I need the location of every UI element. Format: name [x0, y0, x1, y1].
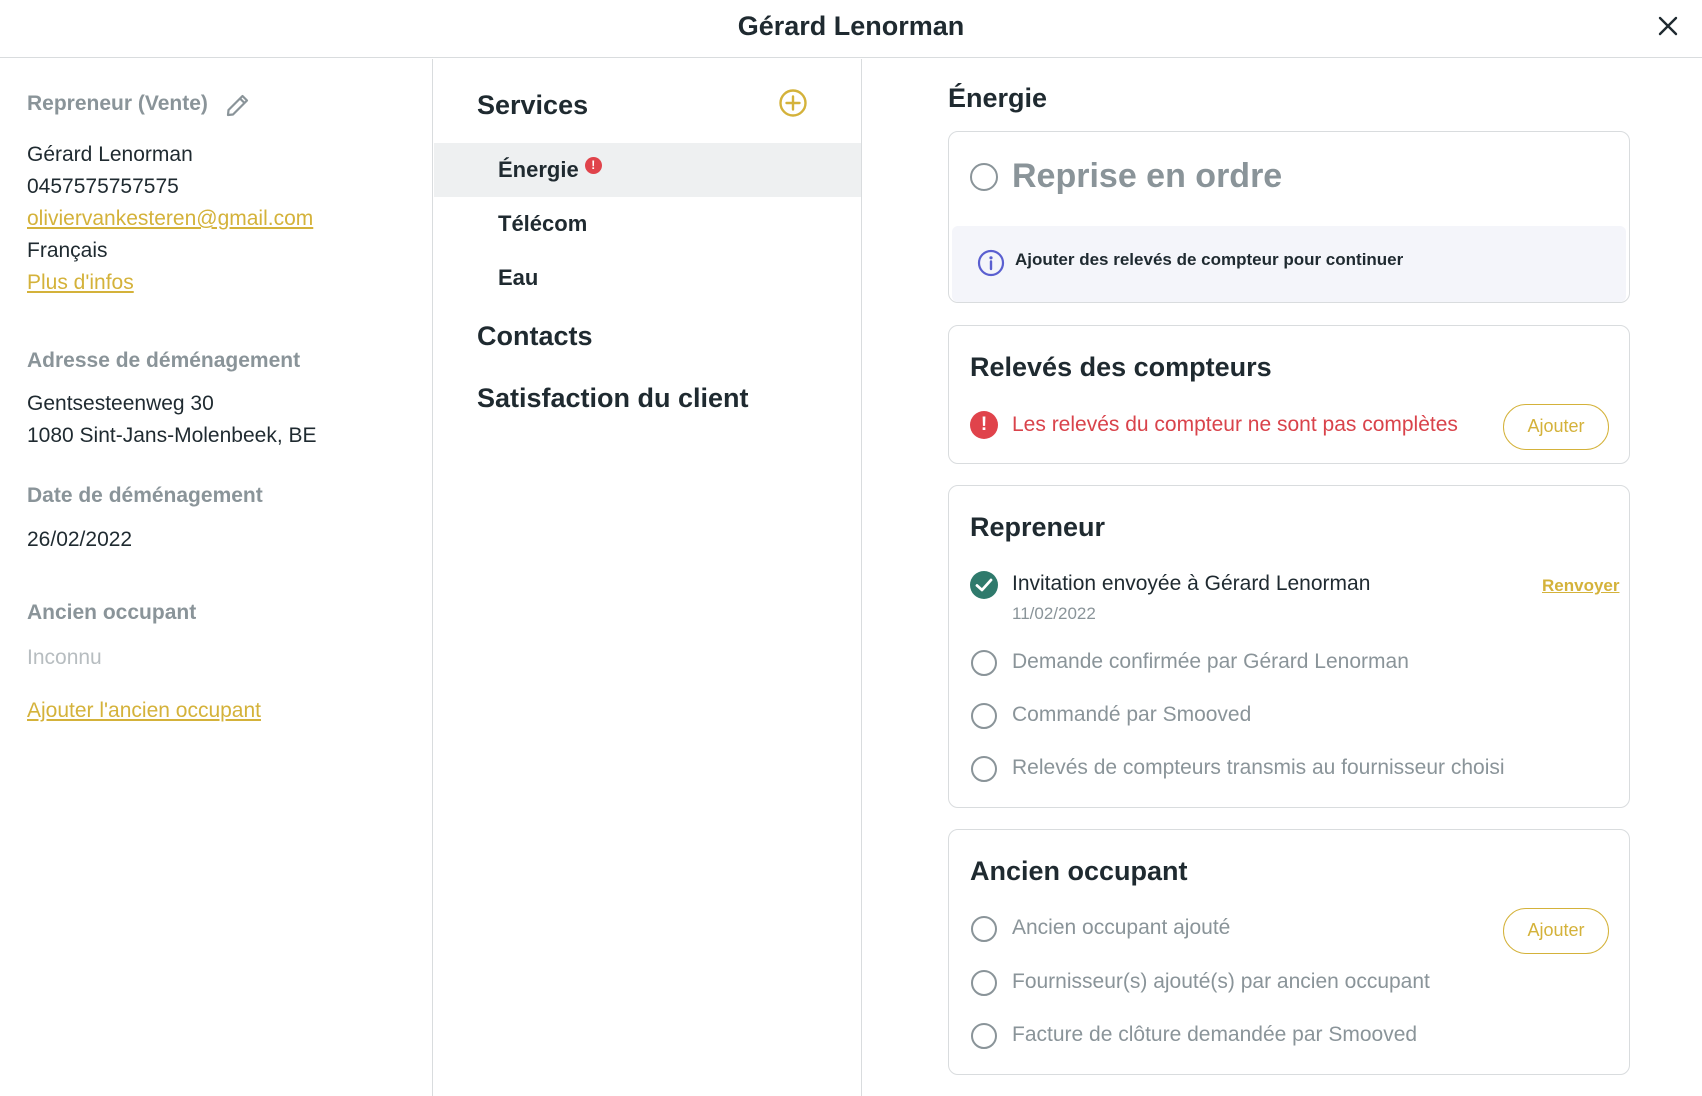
nav-item-label: Eau: [498, 265, 539, 290]
move-date-label: Date de déménagement: [27, 484, 263, 507]
services-heading[interactable]: Services: [477, 90, 588, 121]
meters-title: Relevés des compteurs: [970, 352, 1272, 382]
error-badge-icon: !: [584, 157, 602, 174]
reprise-radio[interactable]: [970, 163, 998, 191]
nav-item-label: Télécom: [498, 211, 588, 236]
meters-error-text: Les relevés du compteur ne sont pas comp…: [1012, 413, 1458, 436]
repreneur-card: Repreneur Invitation envoyée à Gérard Le…: [948, 485, 1630, 808]
plus-circle-icon[interactable]: [778, 88, 808, 118]
add-meter-button[interactable]: Ajouter: [1503, 404, 1609, 450]
step-transmitted: Relevés de compteurs transmis au fournis…: [1012, 756, 1505, 779]
pencil-icon[interactable]: [224, 91, 252, 119]
info-banner: Ajouter des relevés de compteur pour con…: [952, 226, 1626, 302]
resend-link[interactable]: Renvoyer: [1542, 576, 1619, 596]
step-radio: [971, 1023, 997, 1049]
step-confirmed: Demande confirmée par Gérard Lenorman: [1012, 650, 1409, 673]
address-label: Adresse de déménagement: [27, 349, 301, 372]
step-radio: [971, 756, 997, 782]
add-former-button[interactable]: Ajouter: [1503, 908, 1609, 954]
meters-card: Relevés des compteurs ! Les relevés du c…: [948, 325, 1630, 464]
repreneur-label: Repreneur (Vente): [27, 92, 208, 115]
former-occupant-label: Ancien occupant: [27, 601, 197, 624]
contacts-heading[interactable]: Contacts: [477, 321, 593, 352]
step-radio: [971, 703, 997, 729]
move-date: 26/02/2022: [27, 528, 133, 551]
customer-email-link[interactable]: oliviervankesteren@gmail.com: [27, 203, 313, 235]
nav-item-energie[interactable]: Énergie!: [434, 143, 861, 197]
step-former-added: Ancien occupant ajouté: [1012, 916, 1231, 939]
info-icon: [977, 249, 1005, 277]
address-line1: Gentsesteenweg 30: [27, 392, 214, 415]
step-ordered: Commandé par Smooved: [1012, 703, 1252, 726]
section-title: Énergie: [948, 83, 1048, 113]
address-line2: 1080 Sint-Jans-Molenbeek, BE: [27, 424, 317, 447]
check-circle-icon: [970, 571, 998, 599]
former-occupant-card: Ancien occupant Ancien occupant ajouté A…: [948, 829, 1630, 1075]
reprise-title: Reprise en ordre: [1012, 157, 1283, 195]
exclamation-icon: !: [970, 411, 998, 439]
nav-item-eau[interactable]: Eau: [434, 251, 861, 305]
customer-language: Français: [27, 239, 108, 262]
navigation-panel: Services Énergie! Télécom Eau Contacts S…: [434, 59, 862, 1096]
satisfaction-heading[interactable]: Satisfaction du client: [477, 383, 749, 414]
modal-header: Gérard Lenorman: [0, 0, 1702, 58]
step-closing-invoice: Facture de clôture demandée par Smooved: [1012, 1023, 1418, 1046]
former-occupant-value: Inconnu: [27, 646, 102, 669]
repreneur-title: Repreneur: [970, 512, 1106, 542]
step-radio: [971, 970, 997, 996]
info-text: Ajouter des relevés de compteur pour con…: [1015, 250, 1404, 269]
more-info-link[interactable]: Plus d'infos: [27, 267, 134, 299]
step-radio: [971, 916, 997, 942]
service-detail-panel: Énergie Reprise en ordre Ajouter des rel…: [863, 59, 1702, 1096]
step-radio: [971, 650, 997, 676]
close-icon[interactable]: [1652, 10, 1684, 42]
step-invitation-date: 11/02/2022: [1012, 604, 1096, 623]
nav-item-telecom[interactable]: Télécom: [434, 197, 861, 251]
customer-phone: 0457575757575: [27, 175, 179, 198]
customer-details-panel: Repreneur (Vente) Gérard Lenorman 045757…: [0, 59, 433, 1096]
former-title: Ancien occupant: [970, 856, 1188, 886]
modal-title: Gérard Lenorman: [737, 11, 965, 41]
step-invitation: Invitation envoyée à Gérard Lenorman: [1012, 572, 1371, 595]
add-former-occupant-link[interactable]: Ajouter l'ancien occupant: [27, 695, 261, 727]
nav-item-label: Énergie: [498, 157, 579, 182]
reprise-card: Reprise en ordre Ajouter des relevés de …: [948, 131, 1630, 303]
customer-name: Gérard Lenorman: [27, 143, 193, 166]
step-supplier-added: Fournisseur(s) ajouté(s) par ancien occu…: [1012, 970, 1430, 993]
